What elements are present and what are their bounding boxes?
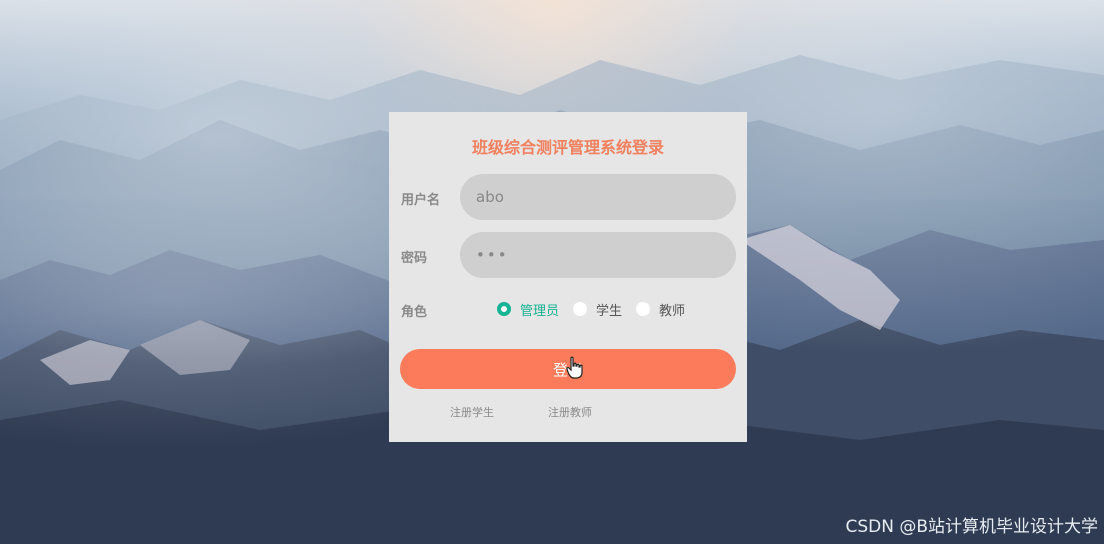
password-label: 密码 [401, 251, 428, 266]
radio-unchecked-icon [636, 302, 651, 316]
username-label: 用户名 [401, 193, 441, 208]
role-radio-teacher[interactable]: 教师 [636, 300, 685, 319]
role-radio-student[interactable]: 学生 [573, 300, 622, 319]
role-label-teacher: 教师 [659, 303, 686, 319]
role-radio-admin[interactable]: 管理员 [497, 300, 559, 319]
password-input[interactable] [460, 232, 736, 278]
username-input[interactable] [460, 174, 736, 220]
radio-unchecked-icon [573, 302, 588, 316]
radio-checked-icon [497, 302, 511, 316]
hand-pointer-icon [566, 356, 583, 379]
login-title: 班级综合测评管理系统登录 [471, 138, 664, 157]
csdn-watermark: CSDN @B站计算机毕业设计大学 [845, 517, 1098, 537]
register-teacher-link[interactable]: 注册教师 [548, 404, 592, 420]
login-card: 班级综合测评管理系统登录 用户名 密码 角色 管理员 学生 教师 登录 注册学生… [389, 112, 747, 442]
register-student-link[interactable]: 注册学生 [450, 404, 494, 420]
role-label-admin: 管理员 [520, 303, 560, 319]
role-radio-group: 管理员 学生 教师 [497, 300, 699, 319]
role-label-student: 学生 [596, 303, 623, 319]
role-label: 角色 [401, 305, 428, 320]
